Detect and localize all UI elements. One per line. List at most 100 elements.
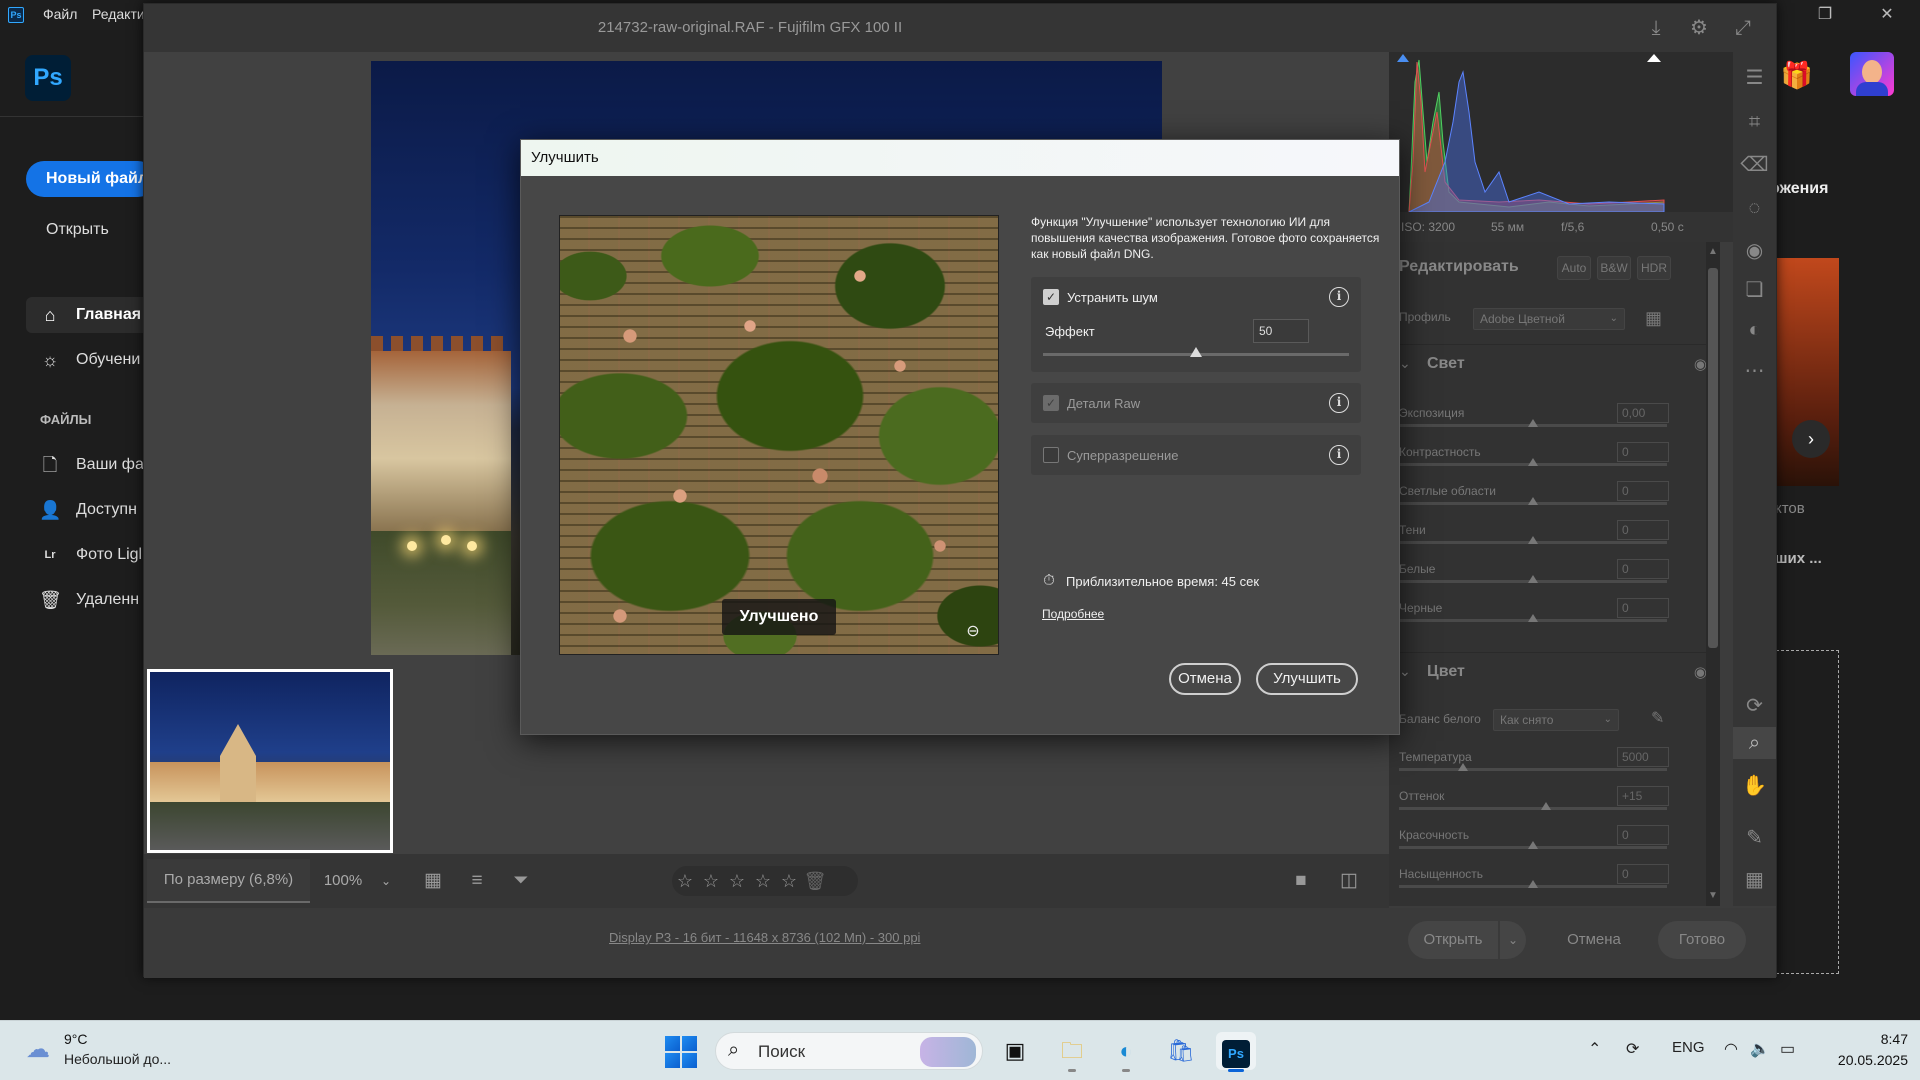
slider-value-input[interactable]: 0 xyxy=(1617,825,1669,845)
star-icon[interactable]: ☆ xyxy=(672,866,698,896)
gear-icon[interactable]: ⚙ xyxy=(1687,16,1711,40)
save-icon[interactable]: ⤓ xyxy=(1644,16,1668,40)
chevron-right-icon[interactable]: › xyxy=(1792,420,1830,458)
compare-view-icon[interactable]: ◫ xyxy=(1336,869,1362,893)
slider-track[interactable] xyxy=(1399,807,1667,810)
color-sampler-icon[interactable]: ✎ xyxy=(1733,822,1776,854)
chevron-up-icon[interactable]: ⌃ xyxy=(1588,1039,1601,1059)
cancel-button[interactable]: Отмена xyxy=(1554,921,1634,959)
mask-icon[interactable]: ◌ xyxy=(1733,192,1776,224)
eraser-icon[interactable]: ⌫ xyxy=(1733,149,1776,181)
slider-track[interactable] xyxy=(1399,768,1667,771)
language-indicator[interactable]: ENG xyxy=(1672,1039,1705,1056)
taskbar-search[interactable]: ⌕ Поиск xyxy=(715,1032,983,1070)
hand-icon[interactable]: ✋ xyxy=(1733,770,1776,802)
slider-handle[interactable] xyxy=(1528,536,1538,544)
sort-icon[interactable]: ≡ xyxy=(464,869,490,893)
nav-your-files[interactable]: 🗋 Ваши фа xyxy=(26,447,150,483)
eyedropper-icon[interactable]: ✎ xyxy=(1651,708,1664,728)
hdr-button[interactable]: HDR xyxy=(1637,256,1671,280)
slider-value-input[interactable]: 5000 xyxy=(1617,747,1669,767)
wifi-icon[interactable]: ◠ xyxy=(1724,1039,1738,1059)
red-eye-icon[interactable]: ◉ xyxy=(1733,235,1776,267)
more-icon[interactable]: ⋯ xyxy=(1733,355,1776,387)
zoom-out-icon[interactable]: ⊖ xyxy=(962,621,984,643)
menu-edit[interactable]: Редакти xyxy=(92,6,145,22)
star-icon[interactable]: ☆ xyxy=(724,866,750,896)
sync-icon[interactable]: ⟳ xyxy=(1626,1039,1639,1059)
fullscreen-icon[interactable]: ⤢ xyxy=(1731,16,1755,40)
slider-handle[interactable] xyxy=(1528,841,1538,849)
slider-handle[interactable] xyxy=(1528,497,1538,505)
nav-home[interactable]: ⌂ Главная xyxy=(26,297,150,333)
slider-value-input[interactable]: 0 xyxy=(1617,598,1669,618)
edit-sliders-icon[interactable]: ☰ xyxy=(1733,62,1776,94)
volume-icon[interactable]: 🔈 xyxy=(1750,1039,1770,1059)
star-icon[interactable]: ☆ xyxy=(776,866,802,896)
menu-file[interactable]: Файл xyxy=(43,6,77,22)
presets-icon[interactable]: ◐ xyxy=(1733,314,1776,346)
clock-date[interactable]: 20.05.2025 xyxy=(1824,1052,1908,1068)
profile-select[interactable]: Adobe Цветной ⌄ xyxy=(1473,308,1625,330)
raw-details-checkbox[interactable]: ✓ xyxy=(1043,395,1059,411)
edge-browser-icon[interactable]: ◐ xyxy=(1106,1032,1146,1072)
avatar[interactable] xyxy=(1850,52,1894,96)
info-icon[interactable]: i xyxy=(1329,393,1349,413)
crop-icon[interactable]: ⌗ xyxy=(1733,106,1776,138)
file-explorer-icon[interactable]: 🗀 xyxy=(1052,1032,1092,1072)
store-icon[interactable]: 🛍 xyxy=(1161,1032,1201,1070)
nav-learn[interactable]: ☼ Обучени xyxy=(26,342,150,378)
learn-more-link[interactable]: Подробнее xyxy=(1042,607,1104,621)
workflow-options-link[interactable]: Display P3 - 16 бит - 11648 x 8736 (102 … xyxy=(609,930,920,945)
slider-value-input[interactable]: +15 xyxy=(1617,786,1669,806)
info-icon[interactable]: i xyxy=(1329,287,1349,307)
open-image-button[interactable]: Открыть xyxy=(1408,921,1498,959)
enhance-preview[interactable]: Улучшено ⊖ xyxy=(559,215,999,655)
done-button[interactable]: Готово xyxy=(1658,921,1746,959)
gift-icon[interactable]: 🎁 xyxy=(1780,60,1814,90)
enhance-button[interactable]: Улучшить xyxy=(1256,663,1358,695)
rating-stars[interactable]: ☆ ☆ ☆ ☆ ☆ 🗑 xyxy=(672,866,858,896)
nav-deleted[interactable]: 🗑 Удаленн xyxy=(26,582,150,618)
auto-button[interactable]: Auto xyxy=(1557,256,1591,280)
windows-start-icon[interactable] xyxy=(665,1036,697,1068)
weather-icon[interactable]: ☁ xyxy=(20,1035,56,1065)
clock-time[interactable]: 8:47 xyxy=(1860,1031,1908,1047)
battery-icon[interactable]: ▭ xyxy=(1780,1039,1795,1059)
grid-icon[interactable]: ▦ xyxy=(1733,864,1776,896)
slider-value-input[interactable]: 0 xyxy=(1617,864,1669,884)
open-button[interactable]: Открыть xyxy=(46,221,109,239)
slider-handle[interactable] xyxy=(1528,458,1538,466)
white-balance-select[interactable]: Как снято ⌄ xyxy=(1493,709,1619,731)
info-icon[interactable]: i xyxy=(1329,445,1349,465)
rotate-icon[interactable]: ⟳ xyxy=(1733,690,1776,722)
slider-handle[interactable] xyxy=(1528,575,1538,583)
snapshots-icon[interactable]: ❏ xyxy=(1733,274,1776,306)
color-section-header[interactable]: ⌄ Цвет ◉ xyxy=(1389,652,1719,692)
slider-value-input[interactable]: 0 xyxy=(1617,559,1669,579)
photoshop-taskbar-icon[interactable]: Ps xyxy=(1216,1032,1256,1072)
zoom-icon[interactable]: ⌕ xyxy=(1733,727,1776,759)
chevron-down-icon[interactable]: ⌄ xyxy=(376,859,396,903)
fit-zoom-button[interactable]: По размеру (6,8%) xyxy=(147,859,310,903)
light-section-header[interactable]: ⌄ Свет ◉ xyxy=(1389,344,1719,384)
restore-icon[interactable]: ❐ xyxy=(1802,2,1848,28)
panel-scrollbar[interactable]: ▲ ▼ xyxy=(1706,242,1720,906)
weather-description[interactable]: Небольшой до... xyxy=(64,1051,171,1067)
filmstrip-thumbnail[interactable] xyxy=(147,669,393,853)
drop-zone[interactable] xyxy=(1776,650,1839,974)
new-file-button[interactable]: Новый файл xyxy=(26,161,156,197)
denoise-checkbox[interactable]: ✓ xyxy=(1043,289,1059,305)
nav-shared[interactable]: 👤 Доступн xyxy=(26,492,150,528)
star-icon[interactable]: ☆ xyxy=(698,866,724,896)
slider-handle[interactable] xyxy=(1528,419,1538,427)
slider-value-input[interactable]: 0 xyxy=(1617,481,1669,501)
trash-icon[interactable]: 🗑 xyxy=(802,866,828,896)
weather-temperature[interactable]: 9°C xyxy=(64,1031,88,1047)
single-view-icon[interactable]: ■ xyxy=(1288,869,1314,893)
slider-handle[interactable] xyxy=(1458,763,1469,771)
slider-value-input[interactable]: 0,00 xyxy=(1617,403,1669,423)
cancel-button[interactable]: Отмена xyxy=(1169,663,1241,695)
task-view-icon[interactable]: ▣ xyxy=(995,1032,1035,1070)
profile-browser-icon[interactable]: ▦ xyxy=(1645,308,1662,329)
